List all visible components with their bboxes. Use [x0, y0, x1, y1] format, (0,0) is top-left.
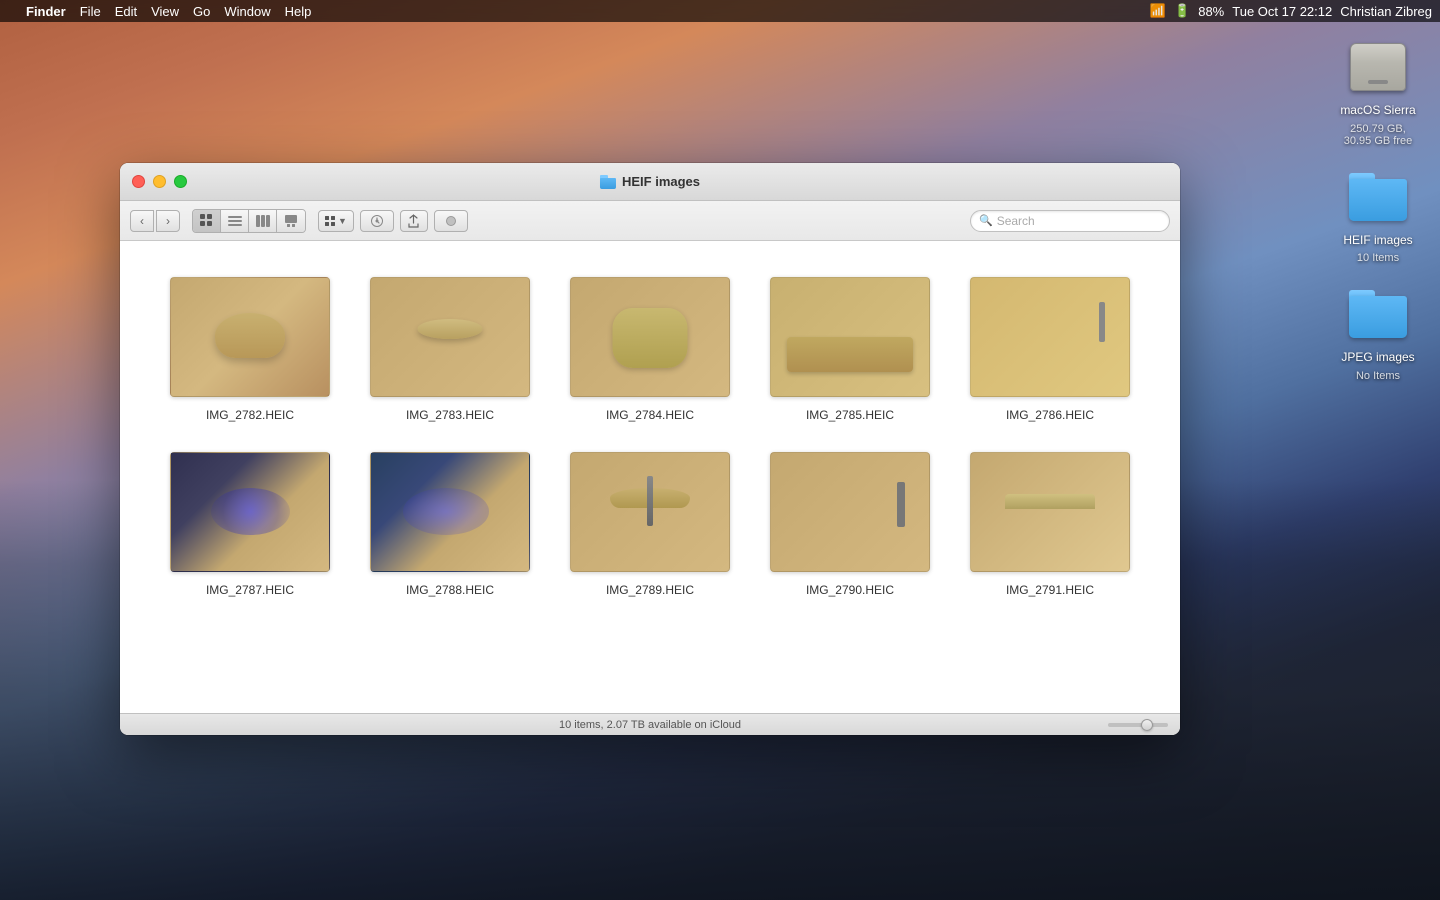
- file-name: IMG_2785.HEIC: [806, 407, 894, 424]
- search-placeholder: Search: [997, 214, 1161, 228]
- icon-sublabel-macos: 250.79 GB, 30.95 GB free: [1338, 123, 1418, 147]
- status-bar: 10 items, 2.07 TB available on iCloud: [120, 713, 1180, 735]
- battery-percent: 88%: [1198, 4, 1224, 19]
- view-icon-button[interactable]: [193, 210, 221, 232]
- file-grid: IMG_2782.HEIC IMG_2783.HEIC IMG_2784.HEI…: [150, 261, 1150, 611]
- list-item[interactable]: IMG_2790.HEIC: [750, 436, 950, 611]
- file-name: IMG_2782.HEIC: [206, 407, 294, 424]
- search-icon: 🔍: [979, 214, 993, 227]
- window-controls: [132, 175, 187, 188]
- icon-label-macos: macOS Sierra: [1340, 103, 1415, 119]
- file-thumbnail: [570, 452, 730, 572]
- file-thumbnail: [970, 452, 1130, 572]
- battery-icon[interactable]: 🔋: [1174, 3, 1190, 19]
- share-button[interactable]: [400, 210, 428, 232]
- menu-finder[interactable]: Finder: [26, 4, 66, 19]
- slider-track[interactable]: [1108, 723, 1168, 727]
- folder-icon-image-jpeg: [1346, 282, 1410, 346]
- file-name: IMG_2790.HEIC: [806, 582, 894, 599]
- titlebar: HEIF images: [120, 163, 1180, 201]
- list-item[interactable]: IMG_2782.HEIC: [150, 261, 350, 436]
- finder-toolbar: ‹ ›: [120, 201, 1180, 241]
- menu-view[interactable]: View: [151, 4, 179, 19]
- hdd-graphic: [1350, 43, 1406, 91]
- view-buttons: [192, 209, 306, 233]
- file-name: IMG_2787.HEIC: [206, 582, 294, 599]
- datetime: Tue Oct 17 22:12: [1232, 4, 1332, 19]
- icon-sublabel-jpeg: No Items: [1356, 370, 1400, 382]
- file-name: IMG_2783.HEIC: [406, 407, 494, 424]
- list-item[interactable]: IMG_2785.HEIC: [750, 261, 950, 436]
- hdd-icon-image: [1346, 35, 1410, 99]
- menu-file[interactable]: File: [80, 4, 101, 19]
- window-title-area: HEIF images: [600, 174, 700, 189]
- icon-label-jpeg: JPEG images: [1341, 350, 1414, 366]
- list-item[interactable]: IMG_2786.HEIC: [950, 261, 1150, 436]
- file-thumbnail: [770, 452, 930, 572]
- icon-sublabel-heif: 10 Items: [1357, 252, 1399, 264]
- action-button[interactable]: [360, 210, 394, 232]
- file-thumbnail: [170, 277, 330, 397]
- folder-graphic-jpeg: [1349, 290, 1407, 338]
- title-folder-body: [600, 178, 616, 189]
- file-name: IMG_2788.HEIC: [406, 582, 494, 599]
- window-title: HEIF images: [622, 174, 700, 189]
- menu-edit[interactable]: Edit: [115, 4, 137, 19]
- list-item[interactable]: IMG_2788.HEIC: [350, 436, 550, 611]
- desktop-icons-area: macOS Sierra 250.79 GB, 30.95 GB free HE…: [1338, 35, 1418, 382]
- minimize-button[interactable]: [153, 175, 166, 188]
- file-thumbnail: [770, 277, 930, 397]
- back-button[interactable]: ‹: [130, 210, 154, 232]
- list-item[interactable]: IMG_2787.HEIC: [150, 436, 350, 611]
- user-name[interactable]: Christian Zibreg: [1340, 4, 1432, 19]
- status-text: 10 items, 2.07 TB available on iCloud: [559, 719, 741, 731]
- view-column-button[interactable]: [249, 210, 277, 232]
- file-name: IMG_2789.HEIC: [606, 582, 694, 599]
- view-cover-button[interactable]: [277, 210, 305, 232]
- desktop-icon-macos-sierra[interactable]: macOS Sierra 250.79 GB, 30.95 GB free: [1338, 35, 1418, 147]
- menu-go[interactable]: Go: [193, 4, 210, 19]
- file-thumbnail: [170, 452, 330, 572]
- list-item[interactable]: IMG_2789.HEIC: [550, 436, 750, 611]
- close-button[interactable]: [132, 175, 145, 188]
- file-name: IMG_2784.HEIC: [606, 407, 694, 424]
- folder-graphic-heif: [1349, 173, 1407, 221]
- size-slider[interactable]: [1108, 723, 1168, 727]
- folder-body: [1349, 179, 1407, 221]
- nav-buttons: ‹ ›: [130, 210, 180, 232]
- wifi-icon[interactable]: 📶: [1150, 3, 1166, 19]
- content-area[interactable]: IMG_2782.HEIC IMG_2783.HEIC IMG_2784.HEI…: [120, 241, 1180, 713]
- menu-help[interactable]: Help: [285, 4, 312, 19]
- title-folder-icon: [600, 175, 616, 189]
- file-thumbnail: [370, 452, 530, 572]
- list-item[interactable]: IMG_2783.HEIC: [350, 261, 550, 436]
- maximize-button[interactable]: [174, 175, 187, 188]
- icon-label-heif: HEIF images: [1343, 233, 1412, 249]
- menubar: Finder File Edit View Go Window Help 📶 🔋…: [0, 0, 1440, 22]
- list-item[interactable]: IMG_2791.HEIC: [950, 436, 1150, 611]
- file-thumbnail: [370, 277, 530, 397]
- file-thumbnail: [970, 277, 1130, 397]
- tag-button[interactable]: [434, 210, 468, 232]
- desktop-icon-heif-images[interactable]: HEIF images 10 Items: [1338, 165, 1418, 265]
- slider-thumb[interactable]: [1141, 719, 1153, 731]
- arrange-button[interactable]: ▼: [318, 210, 354, 232]
- finder-window: HEIF images ‹ ›: [120, 163, 1180, 735]
- forward-button[interactable]: ›: [156, 210, 180, 232]
- menu-window[interactable]: Window: [224, 4, 270, 19]
- file-thumbnail: [570, 277, 730, 397]
- folder-icon-image-heif: [1346, 165, 1410, 229]
- folder-body-jpeg: [1349, 296, 1407, 338]
- view-list-button[interactable]: [221, 210, 249, 232]
- file-name: IMG_2786.HEIC: [1006, 407, 1094, 424]
- tag-dot: [446, 216, 456, 226]
- file-name: IMG_2791.HEIC: [1006, 582, 1094, 599]
- list-item[interactable]: IMG_2784.HEIC: [550, 261, 750, 436]
- desktop-icon-jpeg-images[interactable]: JPEG images No Items: [1338, 282, 1418, 382]
- search-bar[interactable]: 🔍 Search: [970, 210, 1170, 232]
